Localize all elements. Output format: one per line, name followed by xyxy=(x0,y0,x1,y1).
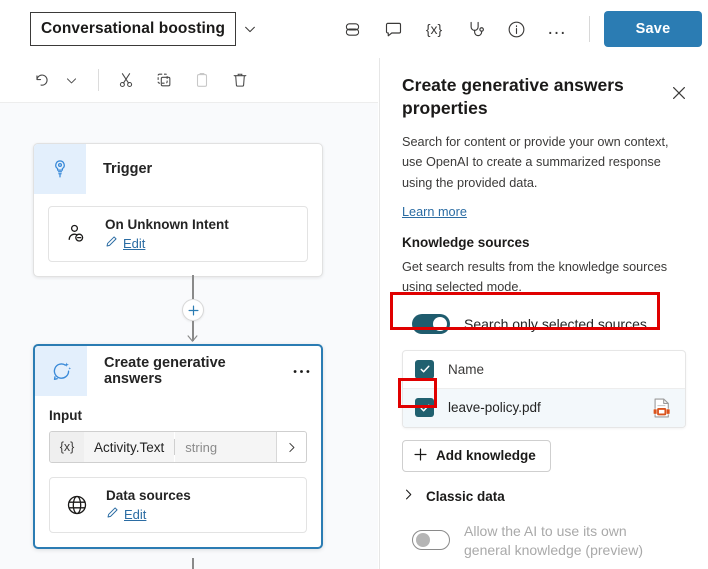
general-knowledge-toggle xyxy=(412,529,450,550)
copilot-icon[interactable] xyxy=(336,13,368,45)
activity-text-input-row[interactable]: {x} Activity.Text string xyxy=(49,431,307,463)
properties-panel: Create generative answers properties Sea… xyxy=(379,58,708,569)
pencil-icon xyxy=(105,235,118,251)
top-toolbar: Conversational boosting {x} ... Save xyxy=(0,0,708,58)
undo-chevron-icon[interactable] xyxy=(56,65,86,95)
undo-icon[interactable] xyxy=(26,65,56,95)
toolbar-divider xyxy=(589,16,591,42)
add-knowledge-label: Add knowledge xyxy=(436,448,536,464)
node-more-options-icon[interactable] xyxy=(281,346,321,396)
panel-description: Search for content or provide your own c… xyxy=(402,134,669,190)
toggle-knob xyxy=(433,316,447,331)
edit-toolbar xyxy=(0,58,378,103)
knowledge-sources-subtext: Get search results from the knowledge so… xyxy=(402,260,668,294)
generative-answers-sparkle-icon xyxy=(35,346,87,396)
copy-icon[interactable] xyxy=(149,65,179,95)
add-knowledge-button[interactable]: Add knowledge xyxy=(402,439,551,472)
search-only-selected-label: Search only selected sources xyxy=(464,315,647,332)
variables-icon-glyph: {x} xyxy=(425,21,443,37)
data-sources-edit-label: Edit xyxy=(124,506,147,522)
pencil-icon xyxy=(106,506,119,522)
variables-icon[interactable]: {x} xyxy=(418,13,450,45)
info-icon[interactable] xyxy=(500,13,532,45)
table-row[interactable]: leave-policy.pdf xyxy=(403,388,685,427)
data-sources-edit-link[interactable]: Edit xyxy=(106,506,191,522)
add-node-plus-icon[interactable] xyxy=(182,299,204,321)
on-unknown-intent-text: On Unknown Intent Edit xyxy=(105,217,229,251)
classic-data-section-toggle[interactable]: Classic data xyxy=(402,488,686,506)
more-options-icon[interactable]: ... xyxy=(541,13,573,45)
pdf-file-icon xyxy=(649,397,673,419)
input-variable-name: Activity.Text xyxy=(84,432,175,462)
toggle-knob-off xyxy=(416,532,430,547)
learn-more-link[interactable]: Learn more xyxy=(402,205,467,219)
delete-icon[interactable] xyxy=(225,65,255,95)
data-sources-title: Data sources xyxy=(106,488,191,503)
toolbar-divider-2 xyxy=(98,69,99,91)
general-knowledge-label: Allow the AI to use its own general know… xyxy=(464,522,643,559)
top-toolbar-icons: {x} ... xyxy=(336,13,573,45)
comment-icon[interactable] xyxy=(377,13,409,45)
row-file-name: leave-policy.pdf xyxy=(448,400,541,416)
search-only-selected-row: Search only selected sources xyxy=(412,313,686,334)
input-section-label: Input xyxy=(49,408,82,423)
trigger-bulb-icon xyxy=(34,144,86,194)
answers-node-title: Create generative answers xyxy=(104,355,226,387)
trigger-edit-label: Edit xyxy=(123,235,146,251)
input-variable-type: string xyxy=(175,432,276,462)
paste-icon xyxy=(187,65,217,95)
knowledge-sources-heading: Knowledge sources xyxy=(402,235,530,251)
chevron-right-icon xyxy=(402,488,415,506)
plus-icon xyxy=(413,447,428,465)
connector-line-exit xyxy=(192,558,194,569)
trigger-edit-link[interactable]: Edit xyxy=(105,235,229,251)
trigger-node-body: On Unknown Intent Edit xyxy=(34,194,322,276)
chevron-down-icon[interactable] xyxy=(236,12,264,46)
classic-data-label: Classic data xyxy=(426,489,505,505)
app-root: Conversational boosting {x} ... Save Tri… xyxy=(0,0,708,569)
data-sources-card[interactable]: Data sources Edit xyxy=(49,477,307,533)
on-unknown-intent-title: On Unknown Intent xyxy=(105,217,229,232)
column-header-name: Name xyxy=(448,361,485,377)
trigger-node-title: Trigger xyxy=(103,161,153,177)
cut-icon[interactable] xyxy=(111,65,141,95)
flow-title-text: Conversational boosting xyxy=(41,20,226,37)
answers-node-header: Create generative answers xyxy=(35,346,321,396)
trigger-node[interactable]: Trigger On Unknown Intent Edit xyxy=(33,143,323,277)
connector-line-top xyxy=(192,275,194,299)
flow-title-box[interactable]: Conversational boosting xyxy=(30,12,237,46)
test-stethoscope-icon[interactable] xyxy=(459,13,491,45)
chevron-right-icon[interactable] xyxy=(276,432,306,462)
flow-canvas[interactable]: Trigger On Unknown Intent Edit Create ge… xyxy=(0,103,378,569)
page-title: Create generative answers properties xyxy=(402,75,624,118)
variable-braces-icon: {x} xyxy=(50,432,84,462)
create-generative-answers-node[interactable]: Create generative answers Input {x} Acti… xyxy=(33,344,323,549)
select-all-checkbox[interactable] xyxy=(415,359,434,379)
trigger-node-header: Trigger xyxy=(34,144,322,194)
on-unknown-intent-card[interactable]: On Unknown Intent Edit xyxy=(48,206,308,262)
answers-node-body: Input {x} Activity.Text string Data sour… xyxy=(35,396,321,547)
close-icon[interactable] xyxy=(666,80,692,106)
row-checkbox[interactable] xyxy=(415,398,434,418)
search-only-selected-toggle[interactable] xyxy=(412,313,450,334)
general-knowledge-row: Allow the AI to use its own general know… xyxy=(412,522,686,562)
table-header-row: Name xyxy=(403,351,685,389)
unknown-intent-person-icon xyxy=(61,222,91,246)
globe-data-sources-icon xyxy=(62,493,92,517)
data-sources-text: Data sources Edit xyxy=(106,488,191,522)
knowledge-sources-table: Name leave-policy.pdf xyxy=(402,349,686,428)
save-button[interactable]: Save xyxy=(604,11,703,47)
